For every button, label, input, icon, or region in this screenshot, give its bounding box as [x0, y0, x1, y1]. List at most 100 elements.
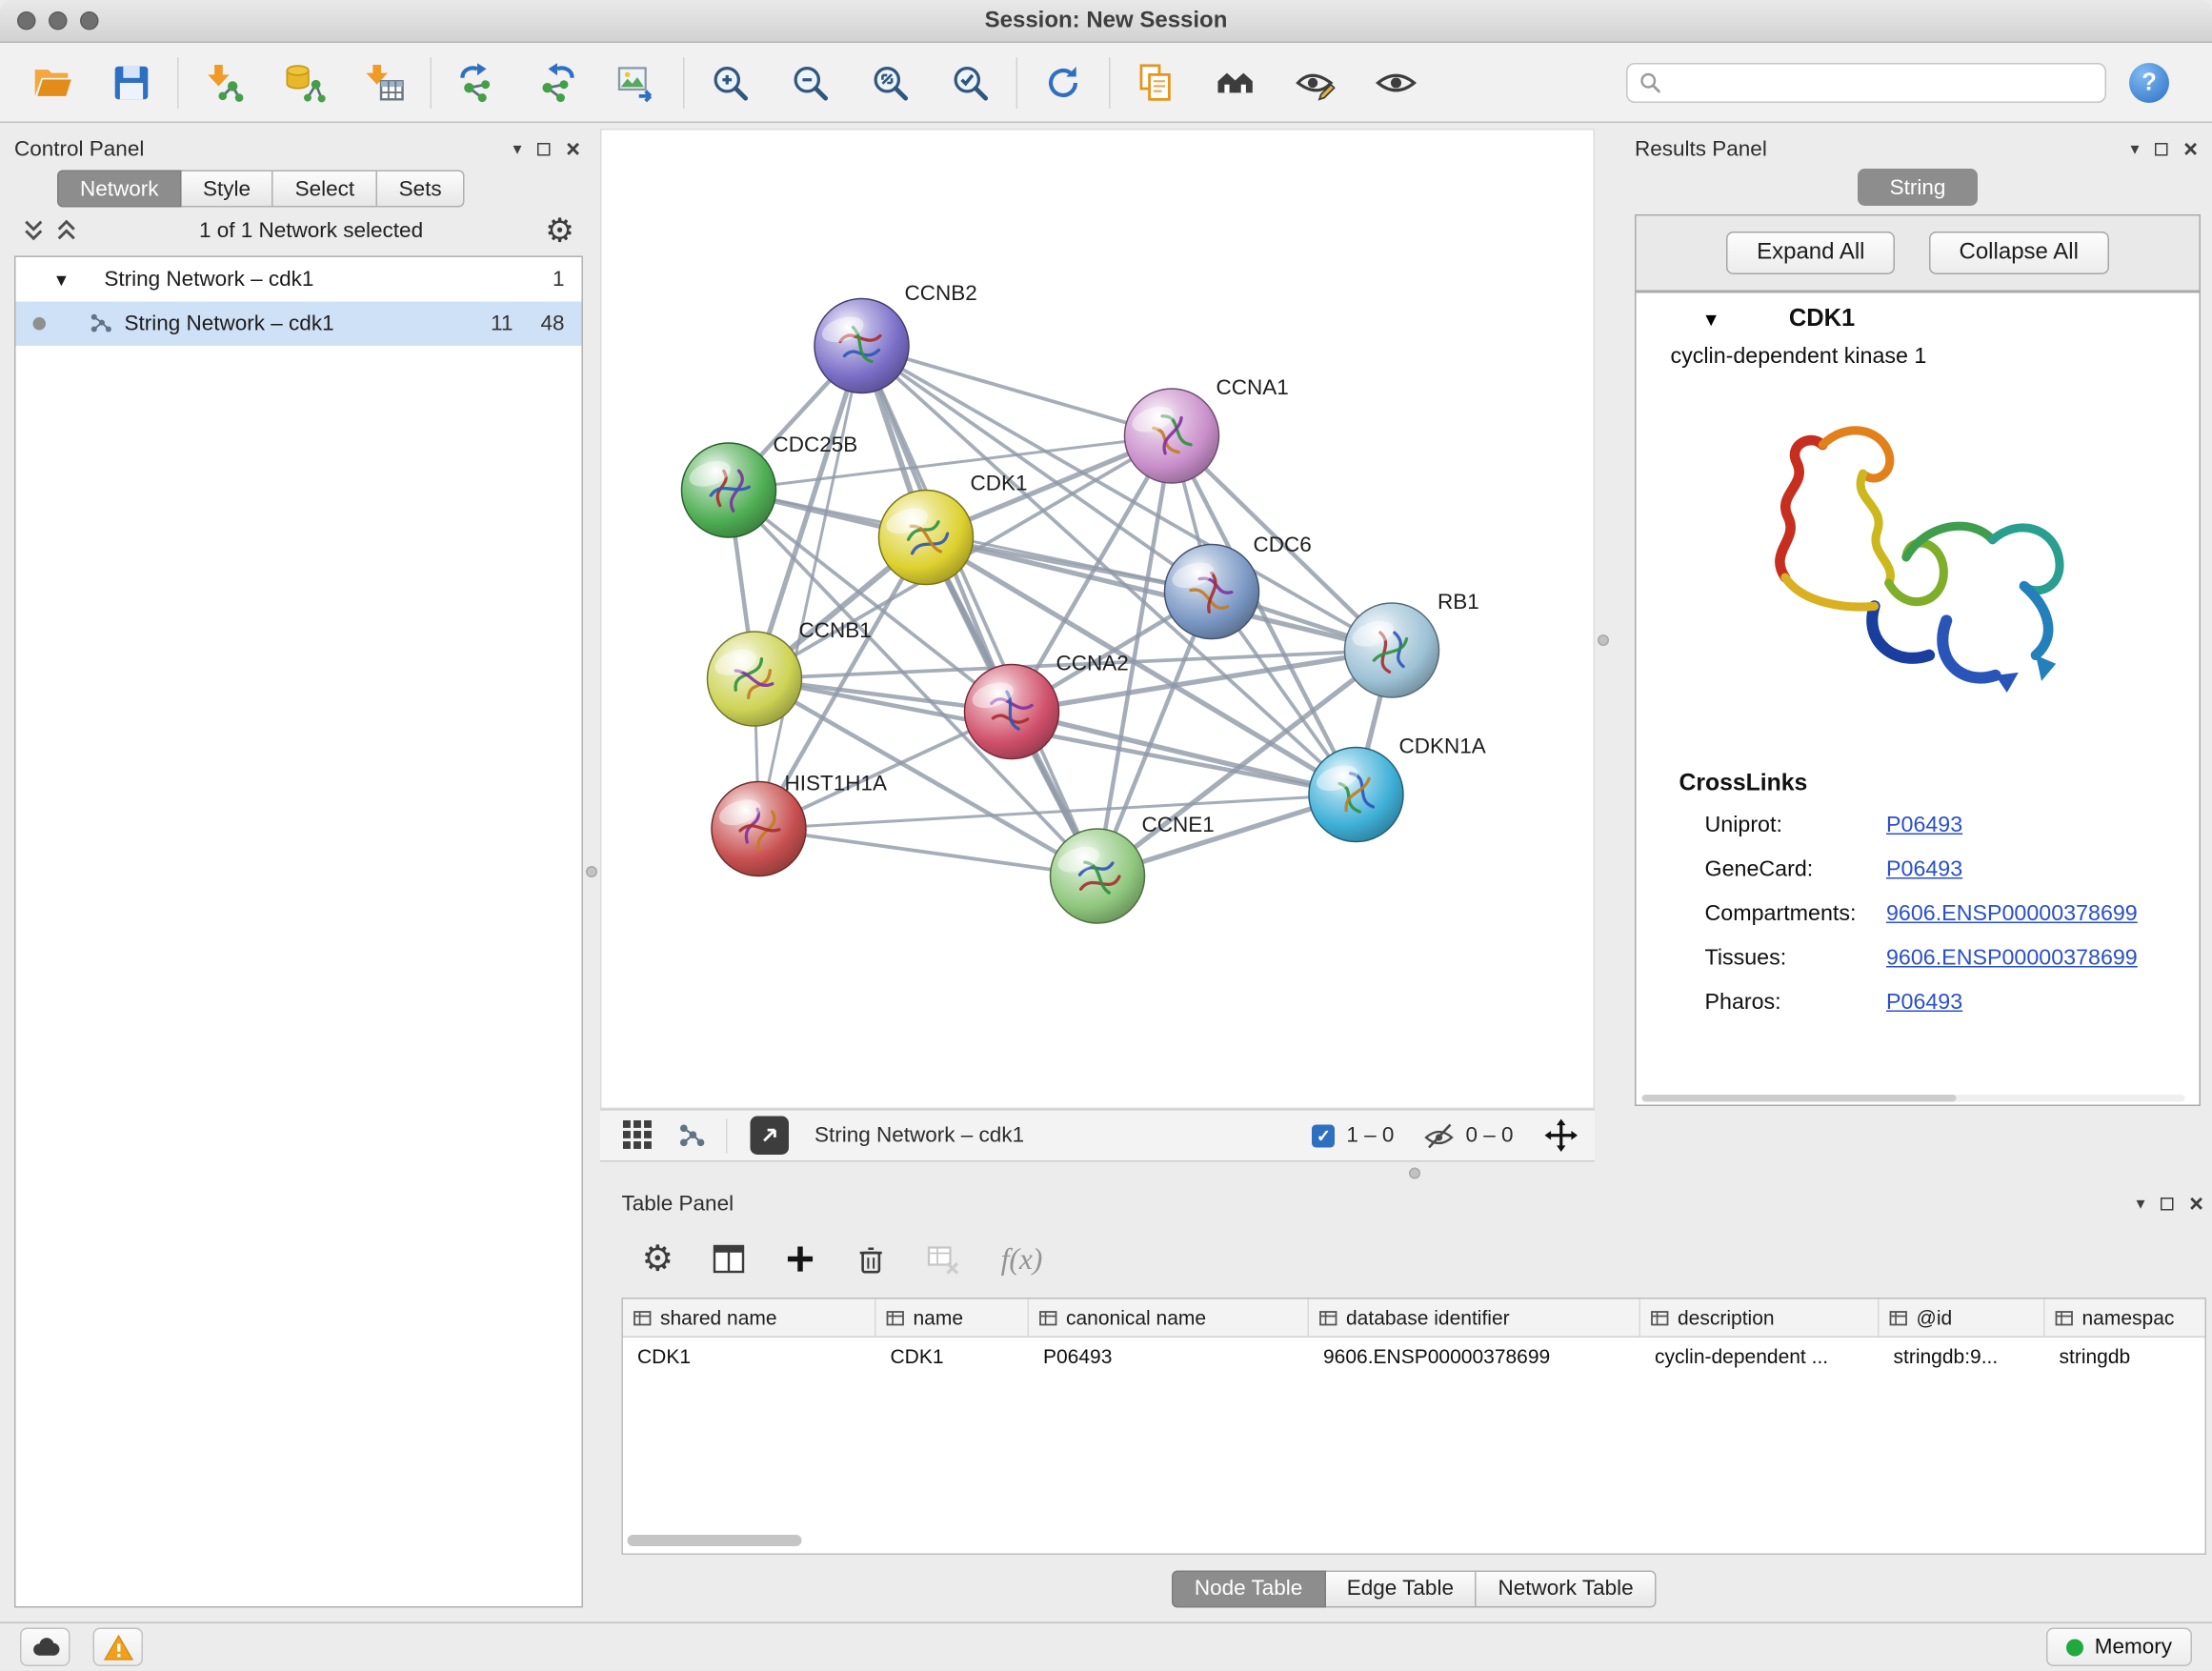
network-canvas[interactable]: CCNB2CCNA1CDC25BCDK1CDC6RB1CCNB1CCNA2CDK…	[600, 129, 1595, 1109]
crosslink-link[interactable]: P06493	[1886, 980, 1962, 1025]
protein-card-header[interactable]: ▼ CDK1	[1637, 293, 2200, 345]
crosslink-link[interactable]: 9606.ENSP00000378699	[1886, 892, 2138, 936]
refresh-view-button[interactable]	[1037, 55, 1089, 110]
column-header[interactable]: database identifier	[1309, 1299, 1640, 1337]
network-node-RB1[interactable]	[1345, 603, 1439, 697]
expand-all-networks-icon[interactable]	[23, 219, 45, 242]
open-session-button[interactable]	[26, 55, 77, 110]
search-input[interactable]	[1671, 70, 2094, 95]
tab-network-table[interactable]: Network Table	[1477, 1570, 1657, 1607]
export-image-button[interactable]	[612, 55, 663, 110]
column-header[interactable]: shared name	[623, 1299, 876, 1337]
vertical-splitter-handle[interactable]	[1598, 634, 1609, 646]
save-session-button[interactable]	[106, 55, 157, 110]
network-options-gear-icon[interactable]: ⚙	[545, 213, 574, 247]
new-network-from-selection-button[interactable]	[452, 55, 503, 110]
network-node-CCNB2[interactable]	[814, 299, 909, 393]
panel-menu-icon[interactable]: ▾	[513, 140, 522, 157]
zoom-out-button[interactable]	[785, 55, 836, 110]
horizontal-scrollbar[interactable]	[628, 1535, 802, 1546]
import-network-file-button[interactable]	[199, 55, 251, 110]
network-node-CDC6[interactable]	[1165, 545, 1259, 639]
panel-menu-icon[interactable]: ▾	[2131, 140, 2140, 157]
close-panel-icon[interactable]: ×	[2189, 1191, 2203, 1216]
horizontal-splitter-handle[interactable]	[1409, 1168, 1420, 1179]
cell-database-identifier: 9606.ENSP00000378699	[1309, 1338, 1640, 1377]
warnings-button[interactable]	[93, 1628, 144, 1667]
toggle-annotation-visibility-button[interactable]	[1291, 55, 1342, 110]
column-header[interactable]: description	[1640, 1299, 1880, 1337]
table-row[interactable]: CDK1 CDK1 P06493 9606.ENSP00000378699 cy…	[623, 1338, 2205, 1377]
save-icon	[111, 61, 153, 104]
network-node-HIST1H1A[interactable]	[712, 782, 806, 876]
tab-node-table[interactable]: Node Table	[1172, 1570, 1325, 1607]
table-panel: Table Panel ▾ × ⚙	[600, 1180, 2212, 1622]
float-panel-icon[interactable]	[537, 142, 551, 155]
hidden-eye-icon[interactable]	[1422, 1121, 1454, 1150]
move-crosshair-icon[interactable]	[1545, 1119, 1579, 1153]
tab-sets[interactable]: Sets	[377, 171, 465, 208]
network-node-CDC25B[interactable]	[682, 443, 776, 537]
cell-namespace: stringdb	[2045, 1338, 2207, 1377]
zoom-in-button[interactable]	[705, 55, 756, 110]
birds-eye-view-button[interactable]	[1211, 55, 1262, 110]
network-node-CDKN1A[interactable]	[1309, 748, 1403, 842]
column-header[interactable]: canonical name	[1029, 1299, 1309, 1337]
help-button[interactable]: ?	[2129, 62, 2169, 102]
delete-column-trash-icon[interactable]	[855, 1242, 889, 1276]
zoom-selected-button[interactable]	[945, 55, 996, 110]
tab-select[interactable]: Select	[273, 171, 377, 208]
network-node-CDK1[interactable]	[879, 491, 974, 585]
vertical-splitter-handle[interactable]	[586, 866, 597, 877]
panel-menu-icon[interactable]: ▾	[2137, 1195, 2145, 1212]
cloud-services-button[interactable]	[20, 1628, 70, 1667]
tab-string[interactable]: String	[1859, 169, 1978, 206]
horizontal-scrollbar[interactable]	[1642, 1095, 2185, 1102]
show-columns-icon[interactable]	[713, 1242, 747, 1277]
crosslink-link[interactable]: 9606.ENSP00000378699	[1886, 936, 2138, 981]
network-graph[interactable]: CCNB2CCNA1CDC25BCDK1CDC6RB1CCNB1CCNA2CDK…	[602, 131, 1597, 1111]
create-column-plus-icon[interactable]	[785, 1243, 816, 1275]
float-panel-icon[interactable]	[2161, 1197, 2174, 1210]
collapse-all-networks-icon[interactable]	[56, 219, 78, 242]
import-table-button[interactable]	[359, 55, 411, 110]
control-panel-header: Control Panel ▾ ×	[14, 131, 583, 166]
title-bar: Session: New Session	[0, 0, 2212, 43]
network-node-CCNE1[interactable]	[1051, 829, 1145, 923]
network-view-status-dot	[33, 317, 47, 331]
network-collection-row[interactable]: ▼ String Network – cdk1 1	[16, 257, 582, 302]
table-tabs: Node Table Edge Table Network Table	[622, 1555, 2207, 1622]
crosslink-link[interactable]: P06493	[1886, 803, 1962, 848]
column-header[interactable]: @id	[1880, 1299, 2045, 1337]
tab-network[interactable]: Network	[57, 171, 182, 208]
panel-splitter[interactable]	[600, 1162, 2212, 1181]
network-node-CCNA2[interactable]	[965, 665, 1059, 759]
memory-button[interactable]: Memory	[2046, 1628, 2192, 1667]
network-row[interactable]: String Network – cdk1 11 48	[16, 302, 582, 347]
svg-text:CDK1: CDK1	[971, 472, 1028, 495]
expand-all-button[interactable]: Expand All	[1727, 232, 1895, 274]
birdseye-toggle-button[interactable]	[617, 1116, 657, 1156]
export-network-button[interactable]	[532, 55, 583, 110]
table-options-gear-icon[interactable]: ⚙	[642, 1241, 674, 1278]
selected-elements-checkbox[interactable]: ✓	[1312, 1124, 1335, 1147]
zoom-fit-button[interactable]	[865, 55, 916, 110]
close-panel-icon[interactable]: ×	[566, 136, 580, 161]
collapse-triangle-icon[interactable]: ▼	[1702, 310, 1720, 329]
close-panel-icon[interactable]: ×	[2183, 136, 2198, 161]
tab-edge-table[interactable]: Edge Table	[1325, 1570, 1477, 1607]
import-network-database-button[interactable]	[279, 55, 331, 110]
show-hide-button[interactable]	[1371, 55, 1422, 110]
column-header[interactable]: namespac	[2045, 1299, 2207, 1337]
crosslink-link[interactable]: P06493	[1886, 848, 1962, 893]
collapse-all-button[interactable]: Collapse All	[1929, 232, 2108, 274]
collapse-triangle-icon[interactable]: ▼	[53, 271, 70, 288]
snapshot-button[interactable]	[1131, 55, 1182, 110]
tab-style[interactable]: Style	[182, 171, 274, 208]
detach-view-button[interactable]	[751, 1117, 790, 1156]
float-panel-icon[interactable]	[2155, 142, 2168, 155]
column-header[interactable]: name	[876, 1299, 1030, 1337]
network-overview-button[interactable]	[672, 1116, 712, 1156]
network-node-CCNA1[interactable]	[1125, 389, 1219, 483]
network-node-CCNB1[interactable]	[708, 632, 802, 726]
